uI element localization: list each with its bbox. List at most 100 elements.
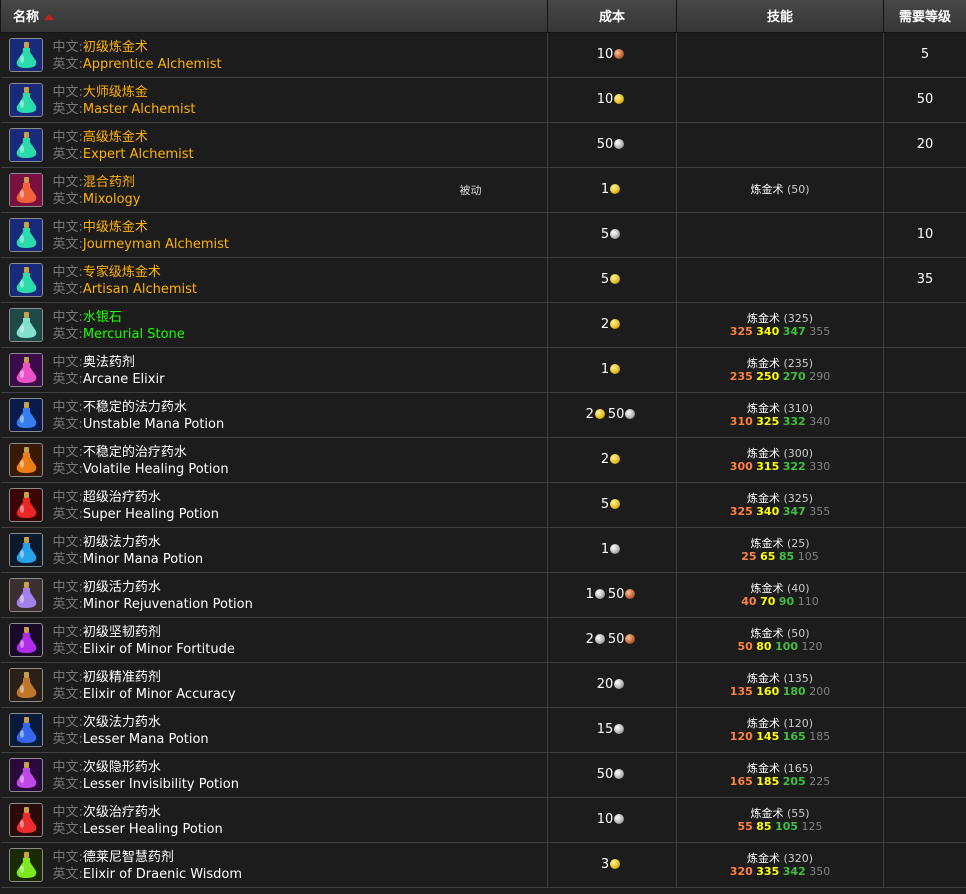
purple-vial-icon[interactable] (8, 622, 43, 657)
orange-potion-icon[interactable] (8, 442, 43, 477)
red-tube-icon[interactable] (8, 802, 43, 837)
chinese-name[interactable]: 初级法力药水 (83, 535, 161, 550)
skill-requirement[interactable]: 炼金术 (55) (677, 807, 883, 820)
table-row[interactable]: 中文:专家级炼金术 英文:Artisan Alchemist 5 35 (0, 257, 966, 303)
chinese-name[interactable]: 中级炼金术 (83, 220, 148, 235)
skill-requirement[interactable]: 炼金术 (165) (677, 762, 883, 775)
english-name[interactable]: Expert Alchemist (83, 147, 194, 162)
english-name[interactable]: Minor Mana Potion (83, 552, 203, 567)
english-name[interactable]: Lesser Mana Potion (83, 732, 209, 747)
english-name[interactable]: Artisan Alchemist (83, 282, 197, 297)
skill-requirement[interactable]: 炼金术 (235) (677, 357, 883, 370)
chinese-name[interactable]: 次级法力药水 (83, 715, 161, 730)
chinese-name[interactable]: 德莱尼智慧药剂 (83, 850, 174, 865)
cost-column-header[interactable]: 成本 (547, 0, 677, 33)
name-cell: 中文:高级炼金术 英文:Expert Alchemist (0, 122, 548, 168)
chinese-name[interactable]: 次级治疗药水 (83, 805, 161, 820)
mixology-icon[interactable] (8, 172, 43, 207)
table-row[interactable]: 中文:次级隐形药水 英文:Lesser Invisibility Potion 50… (0, 752, 966, 798)
chinese-name[interactable]: 不稳定的法力药水 (83, 400, 187, 415)
violet-tube-icon[interactable] (8, 757, 43, 792)
chinese-name[interactable]: 初级活力药水 (83, 580, 161, 595)
english-name[interactable]: Journeyman Alchemist (83, 237, 229, 252)
skill-requirement[interactable]: 炼金术 (120) (677, 717, 883, 730)
table-row[interactable]: 中文:初级法力药水 英文:Minor Mana Potion 1 炼金术 (25) 25… (0, 527, 966, 573)
level-column-header[interactable]: 需要等级 (883, 0, 966, 33)
english-name[interactable]: Minor Rejuvenation Potion (83, 597, 253, 612)
skill-requirement[interactable]: 炼金术 (135) (677, 672, 883, 685)
blue-tube-icon[interactable] (8, 712, 43, 747)
table-row[interactable]: 中文:次级治疗药水 英文:Lesser Healing Potion 10 炼金术 (… (0, 797, 966, 843)
skill-requirement[interactable]: 炼金术 (50) (677, 183, 883, 196)
english-name[interactable]: Lesser Healing Potion (83, 822, 223, 837)
table-row[interactable]: 中文:高级炼金术 英文:Expert Alchemist 50 20 (0, 122, 966, 168)
skill-requirement[interactable]: 炼金术 (310) (677, 402, 883, 415)
skill-requirement[interactable]: 炼金术 (325) (677, 312, 883, 325)
chinese-name[interactable]: 高级炼金术 (83, 130, 148, 145)
pink-flask-icon[interactable] (8, 352, 43, 387)
table-row[interactable]: 中文:不稳定的治疗药水 英文:Volatile Healing Potion 2 炼金… (0, 437, 966, 483)
english-name[interactable]: Lesser Invisibility Potion (83, 777, 239, 792)
table-row[interactable]: 中文:初级炼金术 英文:Apprentice Alchemist 10 5 (0, 32, 966, 78)
chinese-name[interactable]: 大师级炼金 (83, 85, 148, 100)
green-potion-icon[interactable] (8, 82, 43, 117)
chinese-name[interactable]: 次级隐形药水 (83, 760, 161, 775)
table-row[interactable]: 中文:初级活力药水 英文:Minor Rejuvenation Potion 1 50… (0, 572, 966, 618)
dark-flask-icon[interactable] (8, 667, 43, 702)
skill-requirement[interactable]: 炼金术 (325) (677, 492, 883, 505)
red-potion-icon[interactable] (8, 487, 43, 522)
chinese-name[interactable]: 不稳定的治疗药水 (83, 445, 187, 460)
english-name[interactable]: Elixir of Minor Accuracy (83, 687, 236, 702)
table-row[interactable]: 中文:初级精准药剂 英文:Elixir of Minor Accuracy 20 炼金… (0, 662, 966, 708)
cyan-vial-icon[interactable] (8, 532, 43, 567)
chinese-name[interactable]: 奥法药剂 (83, 355, 135, 370)
lime-potion-icon[interactable] (8, 847, 43, 882)
table-row[interactable]: 中文:大师级炼金 英文:Master Alchemist 10 50 (0, 77, 966, 123)
skill-requirement[interactable]: 炼金术 (50) (677, 627, 883, 640)
table-row[interactable]: 中文:奥法药剂 英文:Arcane Elixir 1 炼金术 (235) 235 250… (0, 347, 966, 393)
english-name[interactable]: Arcane Elixir (83, 372, 165, 387)
english-name[interactable]: Unstable Mana Potion (83, 417, 224, 432)
skill-requirement[interactable]: 炼金术 (300) (677, 447, 883, 460)
english-name[interactable]: Elixir of Minor Fortitude (83, 642, 235, 657)
english-name-line: 英文:Minor Mana Potion (53, 551, 204, 568)
english-name-line: 英文:Lesser Mana Potion (53, 731, 209, 748)
green-potion-icon[interactable] (8, 217, 43, 252)
skill-name: 炼金术 (746, 716, 780, 730)
english-name[interactable]: Super Healing Potion (83, 507, 219, 522)
purple-jar-icon[interactable] (8, 577, 43, 612)
english-name[interactable]: Apprentice Alchemist (83, 57, 222, 72)
chinese-name[interactable]: 初级炼金术 (83, 40, 148, 55)
chinese-name-line: 中文:不稳定的治疗药水 (53, 444, 229, 461)
table-row[interactable]: 中文:中级炼金术 英文:Journeyman Alchemist 5 10 (0, 212, 966, 258)
item-names: 中文:水银石 英文:Mercurial Stone (53, 309, 185, 343)
table-row[interactable]: 中文:混合药剂 英文:Mixology 被动 1 炼金术 (50) (0, 167, 966, 213)
table-row[interactable]: 中文:水银石 英文:Mercurial Stone 2 炼金术 (325) 325 34… (0, 302, 966, 348)
english-name[interactable]: Volatile Healing Potion (83, 462, 229, 477)
english-name[interactable]: Elixir of Draenic Wisdom (83, 867, 242, 882)
name-column-header[interactable]: 名称 (0, 0, 548, 33)
table-row[interactable]: 中文:德莱尼智慧药剂 英文:Elixir of Draenic Wisdom 3 炼金… (0, 842, 966, 888)
chinese-name[interactable]: 初级坚韧药剂 (83, 625, 161, 640)
english-name[interactable]: Mercurial Stone (83, 327, 185, 342)
chinese-name[interactable]: 水银石 (83, 310, 122, 325)
table-row[interactable]: 中文:次级法力药水 英文:Lesser Mana Potion 15 炼金术 (120… (0, 707, 966, 753)
skill-requirement[interactable]: 炼金术 (40) (677, 582, 883, 595)
table-row[interactable]: 中文:不稳定的法力药水 英文:Unstable Mana Potion 2 50 炼金术… (0, 392, 966, 438)
mercurial-stone-icon[interactable] (8, 307, 43, 342)
chinese-name[interactable]: 初级精准药剂 (83, 670, 161, 685)
green-potion-icon[interactable] (8, 262, 43, 297)
chinese-name[interactable]: 混合药剂 (83, 175, 135, 190)
blue-potion-icon[interactable] (8, 397, 43, 432)
table-row[interactable]: 中文:超级治疗药水 英文:Super Healing Potion 5 炼金术 (32… (0, 482, 966, 528)
english-name[interactable]: Master Alchemist (83, 102, 196, 117)
english-name[interactable]: Mixology (83, 192, 141, 207)
chinese-name[interactable]: 专家级炼金术 (83, 265, 161, 280)
green-potion-icon[interactable] (8, 127, 43, 162)
skill-requirement[interactable]: 炼金术 (320) (677, 852, 883, 865)
chinese-name[interactable]: 超级治疗药水 (83, 490, 161, 505)
skill-column-header[interactable]: 技能 (676, 0, 884, 33)
green-potion-icon[interactable] (8, 37, 43, 72)
table-row[interactable]: 中文:初级坚韧药剂 英文:Elixir of Minor Fortitude 2 50… (0, 617, 966, 663)
skill-requirement[interactable]: 炼金术 (25) (677, 537, 883, 550)
